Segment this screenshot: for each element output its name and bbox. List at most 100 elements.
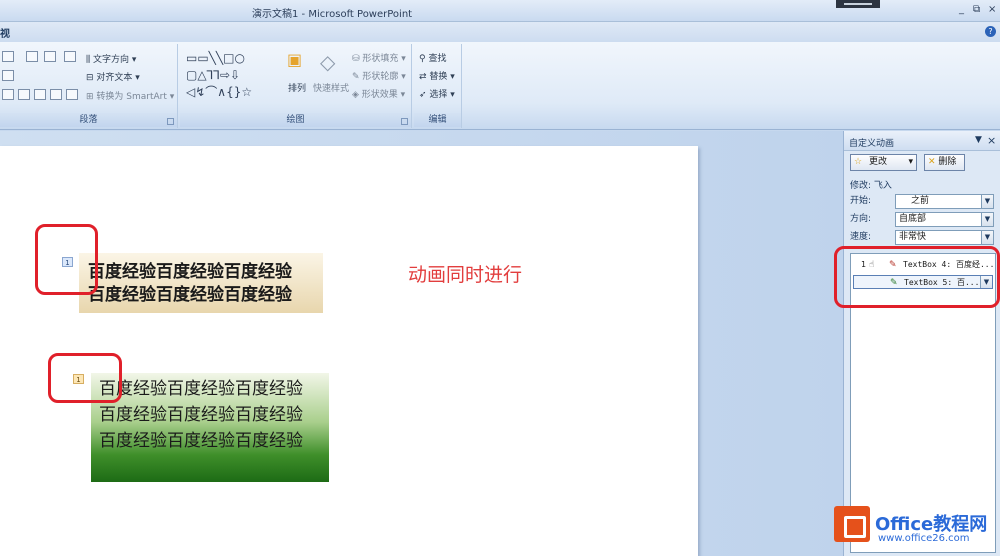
ribbon: ⫼ 文字方向 ▾ ⊟ 对齐文本 ▾ ⊞ 转换为 SmartArt ▾ 段落 ▭▭… <box>0 42 1000 130</box>
select-label: 选择 <box>429 90 448 100</box>
distributed-icon[interactable] <box>50 89 62 100</box>
help-icon[interactable]: ? <box>985 26 996 37</box>
text-direction-icon: ⫼ <box>86 55 91 65</box>
editing-group-label: 编辑 <box>414 113 461 127</box>
shape-outline-button[interactable]: ✎ 形状轮廓 ▾ <box>352 69 406 82</box>
window-title: 演示文稿1 - Microsoft PowerPoint <box>252 9 413 20</box>
pane-header: 自定义动画 ▼ × <box>844 131 1000 151</box>
align-text-label: 对齐文本 <box>96 73 133 83</box>
arrange-icon: ▣ <box>287 50 303 69</box>
remove-icon: ✕ <box>928 157 936 167</box>
align-text-icon: ⊟ <box>86 73 94 83</box>
editing-group: ⚲ 查找 ⇄ 替换 ▾ ➶ 选择 ▾ 编辑 <box>414 44 462 128</box>
textbox-5-line-2: 百度经验百度经验百度经验 <box>99 405 303 425</box>
quick-styles-icon: ◇ <box>320 50 336 74</box>
remove-effect-label: 删除 <box>938 157 957 167</box>
text-direction-label: 文字方向 <box>93 55 130 65</box>
smartart-icon: ⊞ <box>86 92 94 102</box>
start-label: 开始: <box>850 196 872 206</box>
paragraph-group-label: 段落 <box>0 113 177 127</box>
office-logo-icon <box>834 506 870 542</box>
textbox-5-line-1: 百度经验百度经验百度经验 <box>99 379 303 399</box>
close-window-button[interactable]: × <box>988 4 996 15</box>
textbox-4[interactable]: 百度经验百度经验百度经验 百度经验百度经验百度经验 <box>79 253 323 313</box>
title-bar: 演示文稿1 - Microsoft PowerPoint _ ⧉ × <box>0 0 1000 22</box>
decrease-indent-icon[interactable] <box>26 51 38 62</box>
modify-label: 修改: 飞入 <box>850 181 892 191</box>
select-button[interactable]: ➶ 选择 ▾ <box>419 87 455 100</box>
replace-button[interactable]: ⇄ 替换 ▾ <box>419 69 455 82</box>
restore-button[interactable]: ⧉ <box>973 4 980 15</box>
chevron-down-icon: ▼ <box>981 195 993 208</box>
textbox-5[interactable]: 百度经验百度经验百度经验 百度经验百度经验百度经验 百度经验百度经验百度经验 <box>91 373 329 482</box>
chevron-down-icon: ▼ <box>981 231 993 244</box>
direction-value: 自底部 <box>899 214 927 224</box>
columns-icon[interactable] <box>66 89 78 100</box>
text-direction-button[interactable]: ⫼ 文字方向 ▾ <box>86 52 136 65</box>
direction-select[interactable]: 自底部 ▼ <box>895 212 994 227</box>
binoculars-icon: ⚲ <box>419 54 426 64</box>
highlight-circle-animation-list <box>834 246 1000 308</box>
cursor-icon: ➶ <box>419 90 427 100</box>
speed-value: 非常快 <box>899 232 927 242</box>
pen-icon: ✎ <box>352 72 360 82</box>
chevron-down-icon: ▾ <box>908 157 913 167</box>
annotation-text: 动画同时进行 <box>408 264 523 286</box>
effects-icon: ◈ <box>352 90 359 100</box>
find-label: 查找 <box>428 54 447 64</box>
pane-title: 自定义动画 <box>849 139 895 149</box>
speed-select[interactable]: 非常快 ▼ <box>895 230 994 245</box>
remove-effect-button[interactable]: ✕ 删除 <box>924 154 965 171</box>
custom-animation-pane: 自定义动画 ▼ × ☆ 更改 ▾ ✕ 删除 修改: 飞入 开始: 之前 ▼ 方向… <box>843 131 1000 556</box>
star-icon: ☆ <box>854 157 863 167</box>
textbox-4-line-1: 百度经验百度经验百度经验 <box>88 262 292 282</box>
tab-view[interactable]: 视 <box>0 25 10 40</box>
change-effect-label: 更改 <box>868 157 887 167</box>
start-select[interactable]: 之前 ▼ <box>895 194 994 209</box>
pane-close-icon[interactable]: × <box>987 134 996 147</box>
paint-bucket-icon: ⛁ <box>352 54 360 64</box>
shape-fill-label: 形状填充 <box>362 54 399 64</box>
find-button[interactable]: ⚲ 查找 <box>419 51 446 64</box>
change-effect-button[interactable]: ☆ 更改 ▾ <box>850 154 917 171</box>
line-spacing-icon[interactable] <box>64 51 76 62</box>
paragraph-group: ⫼ 文字方向 ▾ ⊟ 对齐文本 ▾ ⊞ 转换为 SmartArt ▾ 段落 <box>0 44 178 128</box>
shapes-gallery-row1-icon[interactable]: ▭▭╲╲□○ <box>186 52 245 64</box>
align-left-icon[interactable] <box>2 70 14 81</box>
replace-icon: ⇄ <box>419 72 427 82</box>
shape-outline-label: 形状轮廓 <box>362 72 399 82</box>
ribbon-tab-row: 视 ? <box>0 22 1000 42</box>
speed-label: 速度: <box>850 232 872 242</box>
arrange-button[interactable]: 排列 <box>288 81 306 94</box>
slide-canvas[interactable] <box>0 146 698 556</box>
shape-effects-label: 形状效果 <box>361 90 398 100</box>
shapes-gallery-row2-icon[interactable]: ▢△⅂⅂⇨⇩ <box>186 69 240 81</box>
textbox-5-line-3: 百度经验百度经验百度经验 <box>99 431 303 451</box>
pane-menu-icon[interactable]: ▼ <box>975 135 982 145</box>
chevron-down-icon: ▼ <box>981 213 993 226</box>
align-text-button[interactable]: ⊟ 对齐文本 ▾ <box>86 70 140 83</box>
drawing-dialog-launcher[interactable] <box>401 118 408 125</box>
convert-smartart-label: 转换为 SmartArt <box>96 92 167 102</box>
drawing-group: ▭▭╲╲□○ ▢△⅂⅂⇨⇩ ◁↯⌒∧{}☆ ▣ 排列 ◇ 快速样式 ⛁ 形状填充… <box>180 44 412 128</box>
align-right-icon[interactable] <box>2 89 14 100</box>
shapes-gallery-row3-icon[interactable]: ◁↯⌒∧{}☆ <box>186 86 252 98</box>
textbox-4-line-2: 百度经验百度经验百度经验 <box>88 285 292 305</box>
direction-label: 方向: <box>850 214 872 224</box>
quick-styles-button[interactable]: 快速样式 <box>313 81 349 94</box>
shape-effects-button[interactable]: ◈ 形状效果 ▾ <box>352 87 405 100</box>
drawing-group-label: 绘图 <box>180 113 411 127</box>
numbering-icon[interactable] <box>2 51 14 62</box>
highlight-circle-tag-2 <box>48 353 122 403</box>
convert-smartart-button[interactable]: ⊞ 转换为 SmartArt ▾ <box>86 89 174 102</box>
replace-label: 替换 <box>429 72 448 82</box>
increase-indent-icon[interactable] <box>44 51 56 62</box>
highlight-circle-tag-1 <box>35 224 98 295</box>
minimize-button[interactable]: _ <box>959 4 964 15</box>
center-icon[interactable] <box>18 89 30 100</box>
start-value: 之前 <box>911 196 930 206</box>
shape-fill-button[interactable]: ⛁ 形状填充 ▾ <box>352 51 406 64</box>
paragraph-dialog-launcher[interactable] <box>167 118 174 125</box>
window-icon-strip <box>836 0 880 8</box>
justify-icon[interactable] <box>34 89 46 100</box>
